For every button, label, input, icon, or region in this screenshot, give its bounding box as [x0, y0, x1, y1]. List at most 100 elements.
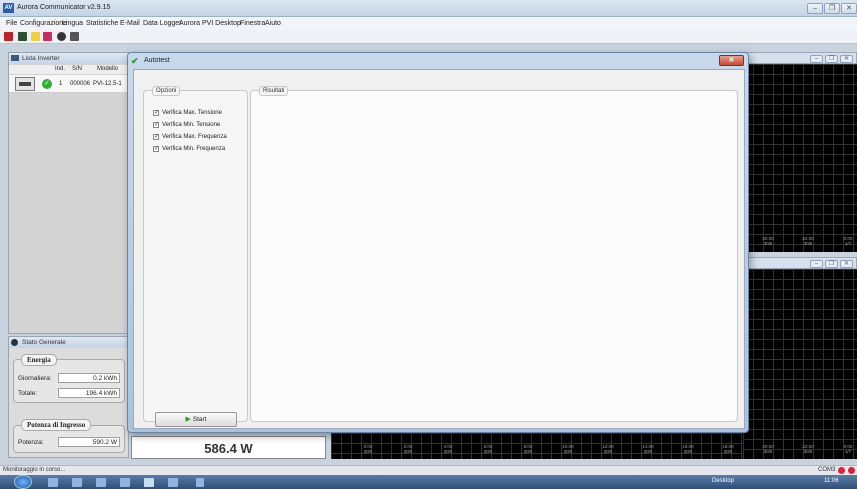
- potenza-title: Potenza di Ingresso: [21, 419, 92, 431]
- inverter-row[interactable]: ✓ 1 000006 PVI-12.5-1: [9, 75, 130, 93]
- menu-aiuto[interactable]: Aiuto: [265, 20, 281, 27]
- chart-restore-button[interactable]: ❐: [825, 55, 838, 63]
- menu-configurazione[interactable]: Configurazione: [20, 20, 67, 27]
- connection-indicator-icon: [838, 467, 845, 474]
- chart-tick: 0:00 30/6: [363, 444, 373, 454]
- stato-generale-header: Stato Generale: [9, 337, 128, 348]
- power-chart-top: [743, 64, 857, 252]
- inverter-icon[interactable]: [18, 32, 27, 41]
- chart-minimize-button[interactable]: –: [810, 55, 823, 63]
- chart-close-button[interactable]: ✕: [840, 55, 853, 63]
- taskbar-aurora-icon[interactable]: [144, 478, 154, 487]
- app-title: Aurora Communicator v2.9.15: [17, 4, 111, 11]
- chart2-restore-button[interactable]: ❐: [825, 260, 838, 268]
- inverter-device-icon: [15, 77, 35, 91]
- chart-tick: 0:00 1/7: [843, 444, 853, 454]
- check-min-frequenza[interactable]: ✓: [153, 146, 159, 152]
- menu-file[interactable]: File: [6, 20, 17, 27]
- chart-tick: 12:00 30/6: [602, 444, 614, 454]
- opzioni-label: Opzioni: [152, 86, 181, 96]
- column-sn[interactable]: S/N: [72, 66, 82, 72]
- list-icon: [11, 55, 19, 61]
- check-max-tensione[interactable]: ✓: [153, 110, 159, 116]
- giornaliera-value: 0.2 kWh: [58, 373, 120, 383]
- opzioni-group: Opzioni ✓ Verifica Max. Tensione ✓ Verif…: [143, 86, 248, 427]
- autotest-dialog: ✔ Autotest ✕ Opzioni ✓ Verifica Max. Ten…: [127, 52, 749, 433]
- report-icon[interactable]: [43, 32, 52, 41]
- taskbar-media-icon[interactable]: [96, 478, 106, 487]
- chart-tick: 0:00 1/7: [843, 236, 853, 246]
- restore-button[interactable]: ❐: [824, 3, 840, 14]
- chart-tick: 16:00 30/6: [682, 444, 694, 454]
- power-readout-value: 586.4 W: [204, 441, 253, 456]
- taskbar-clock: 11:06: [824, 478, 839, 484]
- inverter-model: PVI-12.5-1: [93, 81, 122, 87]
- menu-finestra[interactable]: Finestra: [240, 20, 265, 27]
- menu-bar: File Configurazione Lingua Statistiche E…: [0, 17, 857, 30]
- taskbar-app2-icon[interactable]: [168, 478, 178, 487]
- status-port: COM3: [818, 467, 836, 473]
- chart2-close-button[interactable]: ✕: [840, 260, 853, 268]
- status-bar: Monitoraggio in corso... COM3: [0, 465, 857, 475]
- column-modello[interactable]: Modello: [97, 66, 118, 72]
- totale-value: 196.4 kWh: [58, 388, 120, 398]
- power-readout: 586.4 W: [131, 436, 326, 459]
- menu-lingua[interactable]: Lingua: [62, 20, 83, 27]
- checkmark-icon: ✔: [131, 56, 139, 66]
- chart-tick: 6:00 30/6: [483, 444, 493, 454]
- app-logo-icon: AV: [3, 3, 14, 13]
- stato-generale-panel: Stato Generale Giornaliera: 0.2 kWh Tota…: [8, 336, 129, 458]
- settings-icon[interactable]: [57, 32, 66, 41]
- chart-tick: 20:00 30/6: [762, 236, 774, 246]
- check-max-frequenza-label: Verifica Max. Frequenza: [162, 134, 227, 140]
- column-ind[interactable]: Ind.: [55, 66, 65, 72]
- giornaliera-label: Giornaliera:: [18, 375, 52, 382]
- dialog-body: Opzioni ✓ Verifica Max. Tensione ✓ Verif…: [133, 69, 745, 429]
- taskbar-ie-icon[interactable]: [48, 478, 58, 487]
- status-message: Monitoraggio in corso...: [3, 467, 66, 473]
- chart-tick: 10:00 30/6: [562, 444, 574, 454]
- monitor-icon[interactable]: [70, 32, 79, 41]
- chart-window-bottom-titlebar: – ❐ ✕: [743, 257, 857, 269]
- taskbar-app3-icon[interactable]: [196, 478, 204, 487]
- close-button[interactable]: ✕: [841, 3, 857, 14]
- minimize-button[interactable]: –: [807, 3, 823, 14]
- risultati-label: Risultati: [259, 86, 289, 96]
- chart-tick: 18:00 30/6: [722, 444, 734, 454]
- menu-statistiche[interactable]: Statistiche: [86, 20, 118, 27]
- chart-tick: 8:00 30/6: [523, 444, 533, 454]
- menu-email[interactable]: E-Mail: [120, 20, 140, 27]
- inverter-address: 1: [59, 81, 63, 87]
- stop-icon[interactable]: [4, 32, 13, 41]
- stato-generale-title: Stato Generale: [22, 339, 66, 346]
- chart-tick: 2:00 30/6: [403, 444, 413, 454]
- taskbar-explorer-icon[interactable]: [72, 478, 82, 487]
- taskbar-desktop-label[interactable]: Desktop: [712, 478, 734, 484]
- taskbar-app-icon[interactable]: [120, 478, 130, 487]
- inverter-list-title: Lista Inverter: [22, 55, 60, 62]
- start-button-label: Start: [192, 416, 207, 423]
- check-max-tensione-label: Verifica Max. Tensione: [162, 110, 222, 116]
- potenza-label: Potenza:: [18, 439, 44, 446]
- inverter-list-header: Lista Inverter: [9, 53, 130, 64]
- inverter-list-columns: Ind. S/N Modello: [9, 65, 130, 74]
- chart-tick: 22:00 30/6: [802, 444, 814, 454]
- dialog-title: Autotest: [144, 57, 170, 64]
- inverter-serial: 000006: [70, 81, 91, 87]
- sun-icon[interactable]: [31, 32, 40, 41]
- dialog-close-button[interactable]: ✕: [719, 55, 744, 66]
- check-min-tensione-label: Verifica Min. Tensione: [162, 122, 221, 128]
- chart2-minimize-button[interactable]: –: [810, 260, 823, 268]
- chart-tick: 14:00 30/6: [642, 444, 654, 454]
- menu-data-logger[interactable]: Data Logger: [143, 20, 182, 27]
- chart-tick: 4:00 30/6: [443, 444, 453, 454]
- check-max-frequenza[interactable]: ✓: [153, 134, 159, 140]
- start-button[interactable]: ▶ Start: [155, 412, 237, 427]
- check-min-tensione[interactable]: ✓: [153, 122, 159, 128]
- globe-icon: [11, 339, 18, 346]
- play-icon: ▶: [185, 416, 191, 423]
- totale-label: Totale:: [18, 390, 38, 397]
- menu-aurora-pvi-desktop[interactable]: Aurora PVI Desktop: [179, 20, 241, 27]
- power-chart-bottom: [743, 269, 857, 459]
- windows-start-icon[interactable]: [14, 475, 32, 489]
